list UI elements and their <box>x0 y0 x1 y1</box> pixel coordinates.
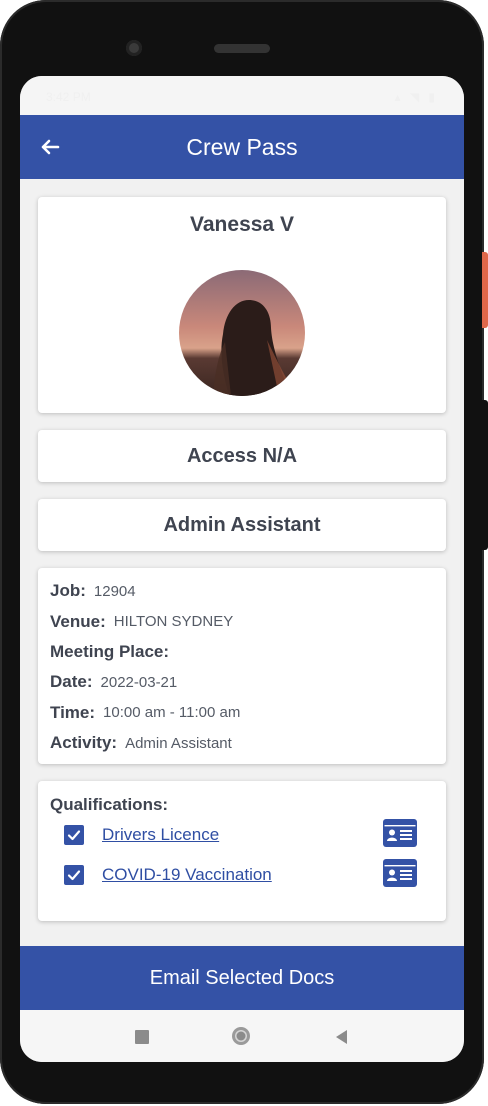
detail-row-date: Date: 2022-03-21 <box>50 667 434 697</box>
home-circle-icon[interactable] <box>231 1026 251 1046</box>
detail-row-venue: Venue: HILTON SYDNEY <box>50 606 434 636</box>
detail-value: 10:00 am - 11:00 am <box>103 704 241 722</box>
role-card: Admin Assistant <box>38 499 446 551</box>
crew-pass-content: Vanessa V Access N/A Admin Assistant Job… <box>20 179 464 921</box>
email-selected-docs-button[interactable]: Email Selected Docs <box>20 946 464 1010</box>
detail-label: Venue: <box>50 611 106 631</box>
app-bar: Crew Pass <box>20 115 464 179</box>
qualifications-title: Qualifications: <box>50 795 169 814</box>
back-triangle-icon[interactable] <box>333 1028 349 1046</box>
detail-value: 2022-03-21 <box>100 673 178 691</box>
avatar-photo <box>179 270 305 396</box>
qualifications-card: Qualifications: Drivers Licence COVID-19… <box>38 781 446 921</box>
detail-value: HILTON SYDNEY <box>113 613 234 631</box>
screen: 3:42 PM ▴ ◥ ▮ Crew Pass Vanessa V Access… <box>20 76 464 1062</box>
crew-name: Vanessa V <box>190 213 294 236</box>
detail-label: Date: <box>50 672 93 692</box>
avatar <box>179 270 305 396</box>
side-button-power <box>482 400 488 550</box>
qualification-link[interactable]: Drivers Licence <box>102 825 219 845</box>
status-icons: ▴ ◥ ▮ <box>394 90 438 104</box>
check-icon <box>67 830 81 841</box>
earpiece-speaker <box>214 44 270 53</box>
detail-value: 12904 <box>93 582 136 600</box>
status-time: 3:42 PM <box>46 90 91 104</box>
android-nav-bar <box>20 1010 464 1062</box>
detail-row-time: Time: 10:00 am - 11:00 am <box>50 698 434 728</box>
detail-label: Time: <box>50 702 96 722</box>
job-details-card: Job: 12904 Venue: HILTON SYDNEY Meeting … <box>38 568 446 764</box>
qualification-item: Drivers Licence <box>50 815 434 855</box>
detail-value: Admin Assistant <box>125 734 232 752</box>
qualification-checkbox[interactable] <box>64 825 84 845</box>
detail-label: Activity: <box>50 733 118 753</box>
side-button-volume <box>482 252 488 328</box>
front-camera <box>126 40 142 56</box>
detail-label: Job: <box>50 581 86 601</box>
qualification-link[interactable]: COVID-19 Vaccination <box>102 865 272 885</box>
access-card: Access N/A <box>38 430 446 482</box>
role-label: Admin Assistant <box>163 513 321 536</box>
status-bar: 3:42 PM ▴ ◥ ▮ <box>20 76 464 115</box>
page-title: Crew Pass <box>186 134 298 160</box>
id-card-icon[interactable] <box>383 859 417 887</box>
detail-row-meeting-place: Meeting Place: <box>50 637 434 667</box>
access-label: Access N/A <box>186 444 298 467</box>
phone-frame: 3:42 PM ▴ ◥ ▮ Crew Pass Vanessa V Access… <box>0 0 484 1104</box>
check-icon <box>67 870 81 881</box>
recents-square-icon[interactable] <box>135 1030 149 1044</box>
email-button-label: Email Selected Docs <box>149 966 335 989</box>
detail-label: Meeting Place: <box>50 641 170 661</box>
id-card-icon[interactable] <box>383 819 417 847</box>
qualification-item: COVID-19 Vaccination <box>50 855 434 895</box>
detail-row-activity: Activity: Admin Assistant <box>50 728 434 758</box>
profile-card: Vanessa V <box>38 197 446 413</box>
detail-row-job: Job: 12904 <box>50 576 434 606</box>
qualification-checkbox[interactable] <box>64 865 84 885</box>
